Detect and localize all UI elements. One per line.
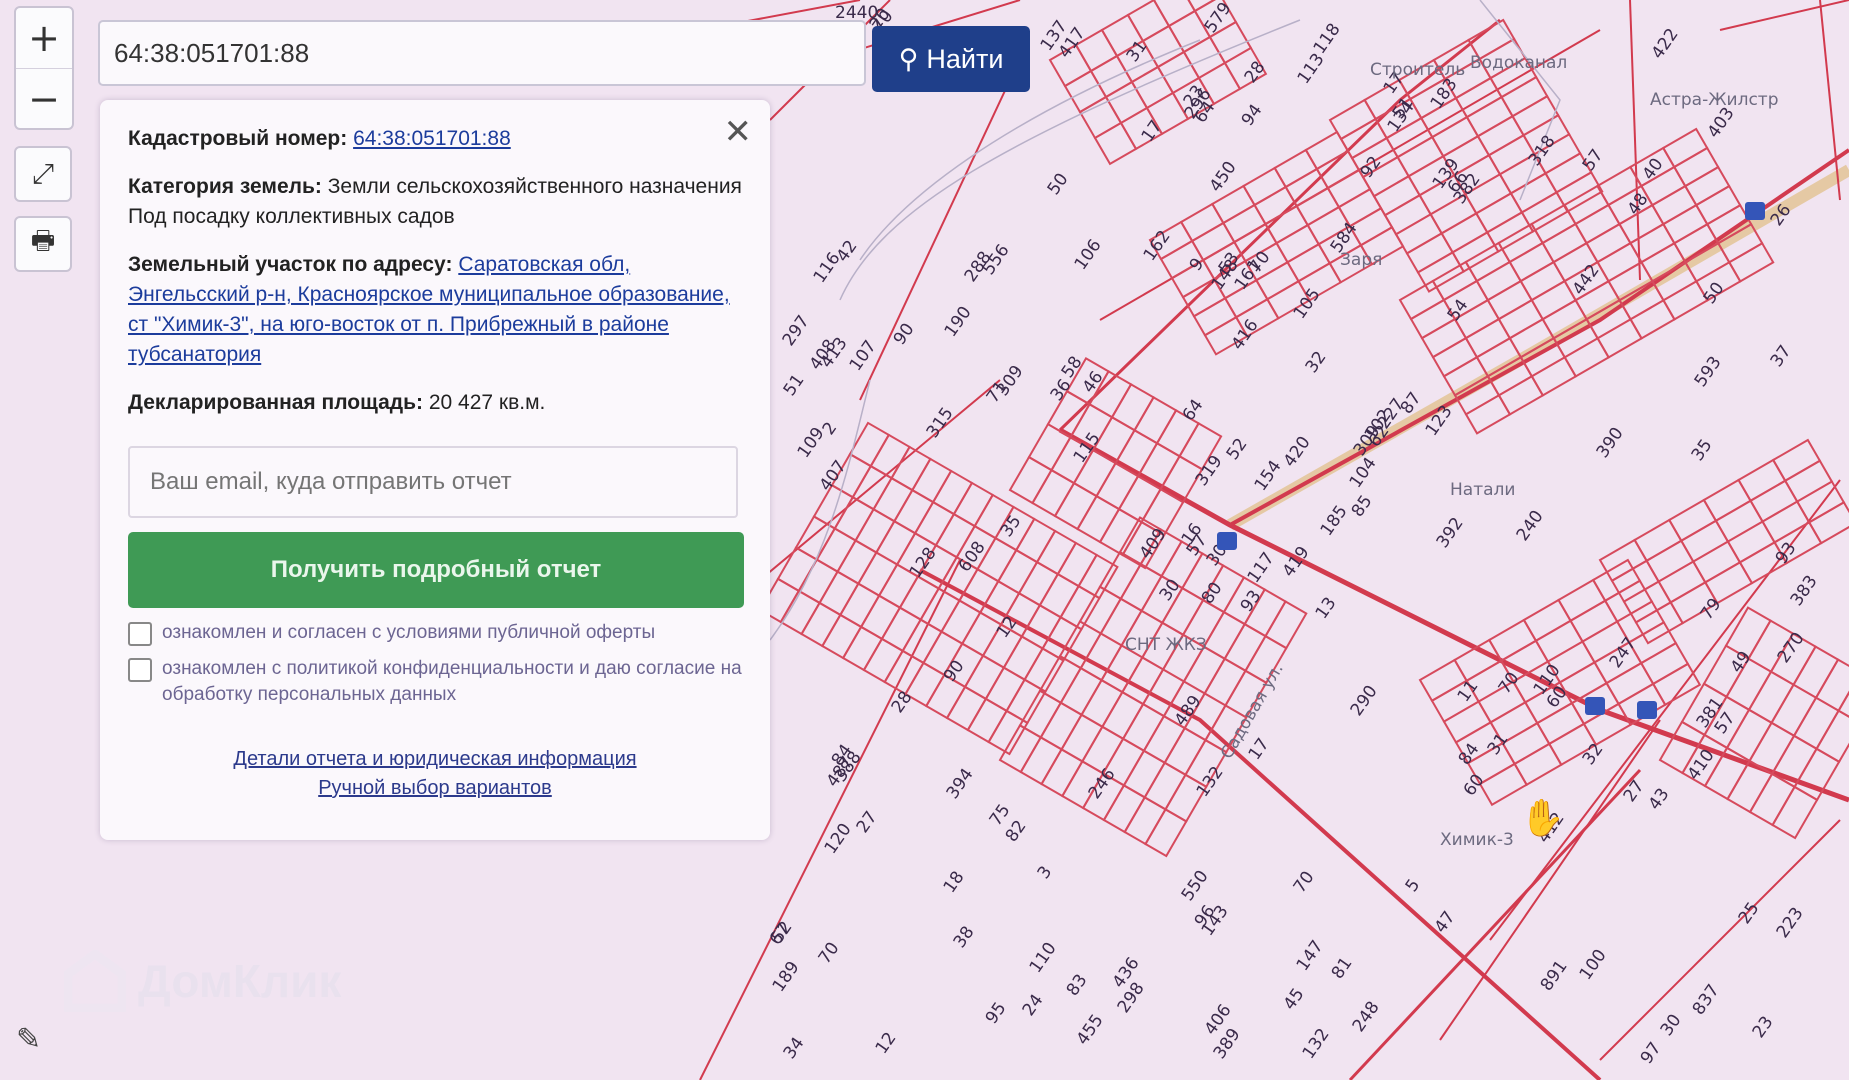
search-input[interactable] (98, 20, 866, 86)
area-label: Декларированная площадь: (128, 391, 423, 414)
place-label: СНТ ЖКЗ (1125, 635, 1207, 655)
fullscreen-icon: ⤢ (31, 157, 55, 190)
place-label: Натали (1450, 480, 1515, 500)
privacy-consent-label: ознакомлен с политикой конфиденциальност… (162, 658, 742, 705)
place-label: Химик-3 (1440, 830, 1514, 850)
search-icon: ⚲ (898, 43, 919, 74)
offer-consent-label: ознакомлен и согласен с условиями публич… (162, 622, 656, 643)
manual-selection-link[interactable]: Ручной выбор вариантов (128, 777, 742, 800)
area-value: 20 427 кв.м. (428, 391, 546, 414)
hand-cursor-icon: ✋ (1520, 797, 1565, 838)
email-field[interactable] (128, 446, 738, 518)
land-category-label: Категория земель: (128, 175, 322, 198)
domclick-logo: ДомКлик (64, 950, 341, 1012)
house-logo-icon (64, 950, 126, 1012)
land-usage-value: Под посадку коллективных садов (128, 205, 455, 228)
zoom-in-button[interactable]: + (16, 8, 72, 68)
land-category-value: Земли сельскохозяйственного назначения (327, 175, 742, 198)
fullscreen-button[interactable]: ⤢ (14, 146, 72, 202)
report-details-link[interactable]: Детали отчета и юридическая информация (128, 748, 742, 771)
domclick-logo-text: ДомКлик (138, 955, 342, 1007)
close-icon[interactable]: ✕ (724, 112, 753, 152)
privacy-checkbox[interactable] (128, 658, 152, 682)
parcel-info-panel: ✕ Кадастровый номер: 64:38:051701:88 Кат… (100, 100, 770, 840)
address-label: Земельный участок по адресу: (128, 253, 453, 276)
place-label: Астра-Жилстр (1650, 90, 1779, 110)
search-button-label: Найти (926, 43, 1004, 74)
print-button[interactable]: 🖶 (14, 216, 72, 272)
print-icon: 🖶 (30, 226, 56, 256)
cadastral-number-link[interactable]: 64:38:051701:88 (353, 127, 511, 150)
ruler-icon[interactable]: ✎ (16, 1022, 41, 1057)
place-label: Строитель (1370, 60, 1465, 80)
zoom-out-button[interactable]: − (16, 68, 72, 129)
place-label: Водоканал (1470, 53, 1567, 73)
get-report-button[interactable]: Получить подробный отчет (128, 532, 744, 608)
cadastral-number-label: Кадастровый номер: (128, 127, 348, 150)
offer-checkbox[interactable] (128, 622, 152, 646)
zoom-control: + − (14, 6, 74, 130)
search-button[interactable]: ⚲ Найти (872, 26, 1030, 92)
place-label: Заря (1340, 250, 1382, 270)
